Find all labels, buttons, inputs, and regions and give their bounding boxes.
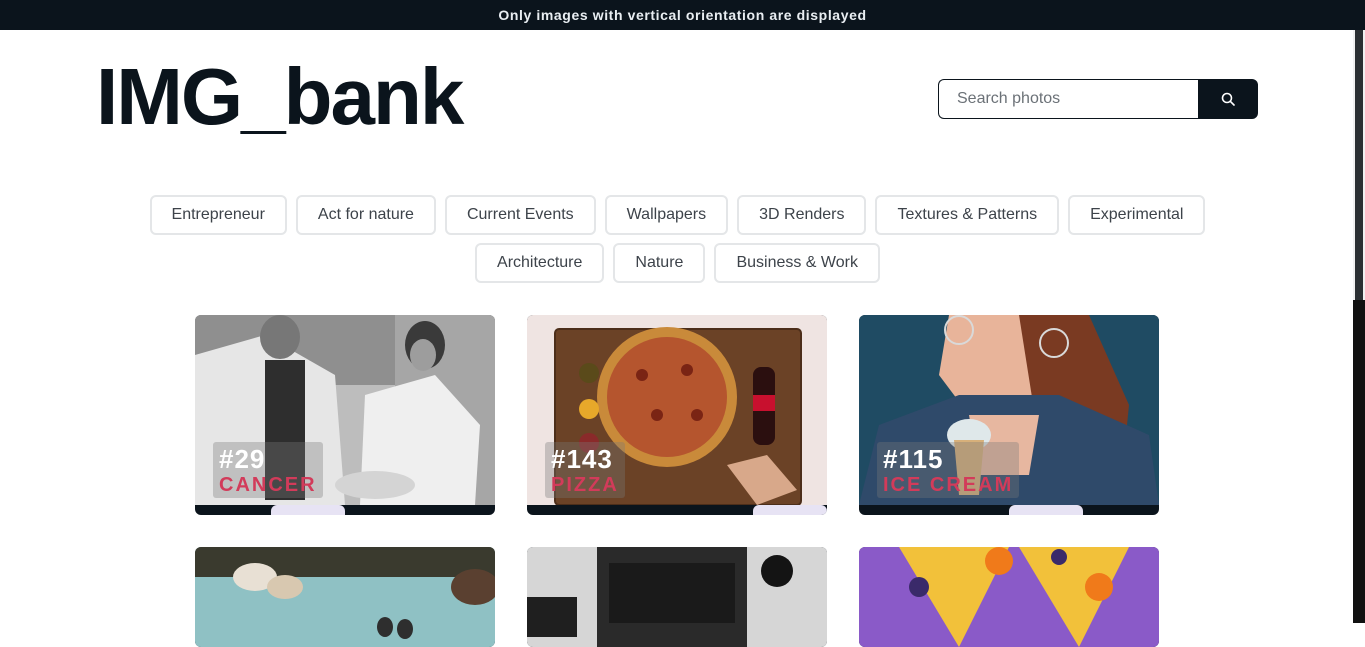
orientation-banner: Only images with vertical orientation ar…: [0, 0, 1365, 30]
card-category: PIZZA: [551, 474, 619, 496]
tag-3d-renders[interactable]: 3D Renders: [737, 195, 867, 235]
search-input[interactable]: [938, 79, 1198, 119]
photo-citrus-tart: [859, 547, 1159, 647]
tag-entrepreneur[interactable]: Entrepreneur: [149, 195, 287, 235]
tag-experimental[interactable]: Experimental: [1068, 195, 1206, 235]
search-form: [938, 79, 1258, 119]
photo-card[interactable]: [859, 547, 1159, 647]
tag-current-events[interactable]: Current Events: [444, 195, 596, 235]
scrollbar-track-lower: [1353, 300, 1365, 623]
tag-textures-patterns[interactable]: Textures & Patterns: [875, 195, 1060, 235]
photo-card[interactable]: [527, 547, 827, 647]
tag-act-for-nature[interactable]: Act for nature: [295, 195, 436, 235]
scrollbar-thumb[interactable]: [1355, 30, 1363, 300]
card-strip: [753, 505, 827, 515]
photo-laptop: [527, 547, 827, 647]
photo-card[interactable]: #29 CANCER: [195, 315, 495, 515]
card-label: #29 CANCER: [213, 442, 323, 498]
category-tags: Entrepreneur Act for nature Current Even…: [120, 195, 1235, 283]
banner-text: Only images with vertical orientation ar…: [498, 7, 867, 23]
card-number: #29: [219, 444, 266, 474]
search-button[interactable]: [1198, 79, 1258, 119]
photo-card[interactable]: #143 PIZZA: [527, 315, 827, 515]
tag-wallpapers[interactable]: Wallpapers: [604, 195, 729, 235]
card-number: #115: [883, 444, 944, 474]
search-icon: [1221, 92, 1235, 106]
card-category: CANCER: [219, 474, 317, 496]
card-label: #143 PIZZA: [545, 442, 625, 498]
card-strip: [271, 505, 345, 515]
tag-nature[interactable]: Nature: [613, 243, 706, 283]
card-category: ICE CREAM: [883, 474, 1014, 496]
photo-floral: [195, 547, 495, 647]
tag-architecture[interactable]: Architecture: [475, 243, 605, 283]
site-logo[interactable]: IMG_bank: [96, 52, 464, 142]
card-strip: [1009, 505, 1083, 515]
photo-card[interactable]: [195, 547, 495, 647]
tag-business-work[interactable]: Business & Work: [714, 243, 880, 283]
card-number: #143: [551, 444, 613, 474]
photo-grid: #29 CANCER #143 PIZZA #115 ICE CREAM: [195, 315, 1160, 647]
photo-card[interactable]: #115 ICE CREAM: [859, 315, 1159, 515]
card-label: #115 ICE CREAM: [877, 442, 1020, 498]
